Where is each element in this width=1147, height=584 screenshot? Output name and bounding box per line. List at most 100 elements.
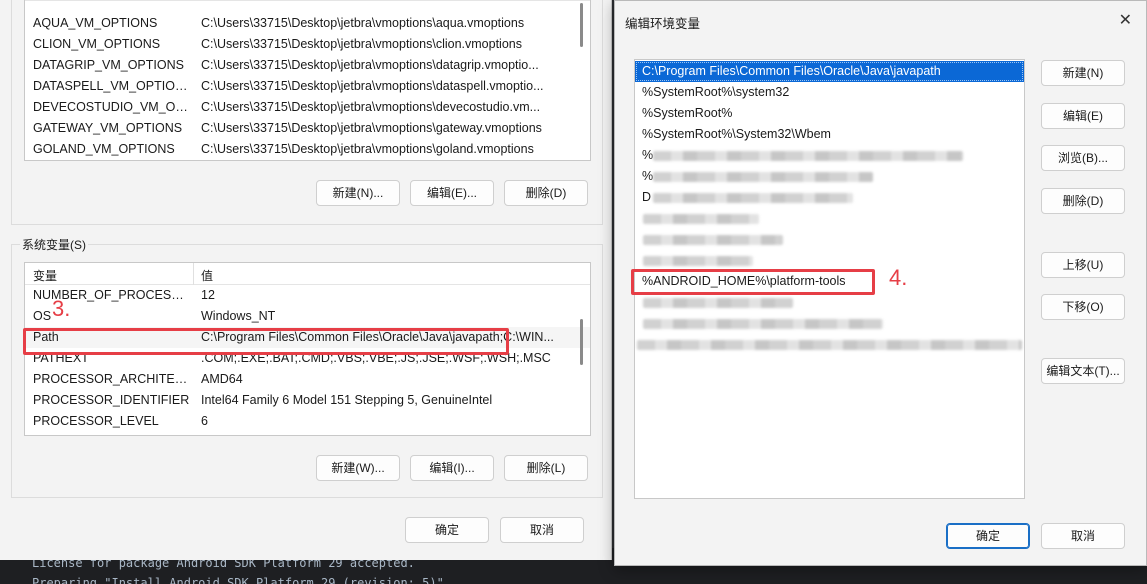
list-header: 变量 值 [25,0,590,1]
system-list-scrollbar[interactable] [580,319,583,365]
user-edit-button[interactable]: 编辑(E)... [410,180,494,206]
table-row[interactable]: OS Windows_NT [25,306,590,327]
blurred-text [643,256,753,266]
system-delete-button[interactable]: 删除(L) [504,455,588,481]
var-name: DATASPELL_VM_OPTIONS [33,79,191,93]
environment-variables-dialog: 变量 值 AQUA_VM_OPTIONS C:\Users\33715\Deskt… [0,0,612,560]
blurred-text [643,298,793,308]
path-entry[interactable]: %SystemRoot% [635,103,1024,124]
blurred-text [643,319,883,329]
step-4-label: 4. [889,265,908,290]
table-row[interactable]: PROCESSOR_IDENTIFIER Intel64 Family 6 Mod… [25,390,590,411]
var-value: C:\Users\33715\Desktop\jetbra\vmoptions\… [201,37,522,51]
var-value: C:\Users\33715\Desktop\jetbra\vmoptions\… [201,58,539,72]
edit-text-button[interactable]: 编辑文本(T)... [1041,358,1125,384]
blurred-text [653,193,853,203]
var-value: C:\Users\33715\Desktop\jetbra\vmoptions\… [201,16,525,30]
column-header-value[interactable]: 值 [201,267,213,284]
path-entry-text: D [642,190,652,204]
var-name: AQUA_VM_OPTIONS [33,16,158,30]
ok-button[interactable]: 确定 [946,523,1030,549]
var-value: 12 [201,288,215,302]
var-name: CLION_VM_OPTIONS [33,37,161,51]
var-value: C:\Users\33715\Desktop\jetbra\vmoptions\… [201,121,542,135]
table-row[interactable]: PROCESSOR_LEVEL 6 [25,411,590,432]
table-row[interactable]: CLION_VM_OPTIONS C:\Users\33715\Desktop\j… [25,34,590,55]
var-name: PROCESSOR_IDENTIFIER [33,393,190,407]
var-value: C:\Users\33715\Desktop\jetbra\vmoptions\… [201,79,544,93]
var-name: DATAGRIP_VM_OPTIONS [33,58,184,72]
path-highlight-annotation [23,328,509,355]
user-delete-button[interactable]: 删除(D) [504,180,588,206]
var-value: 6 [201,414,208,428]
path-entry-blurred[interactable] [635,292,1024,313]
list-header: 变量 值 [25,263,590,285]
cancel-button[interactable]: 取消 [1041,523,1125,549]
system-edit-button[interactable]: 编辑(I)... [410,455,494,481]
var-value: C:\Users\33715\Desktop\jetbra\vmoptions\… [201,142,534,156]
path-entry[interactable]: C:\Program Files\Common Files\Oracle\Jav… [635,61,1024,82]
edit-environment-variable-dialog: 编辑环境变量 ✕ C:\Program Files\Common Files\O… [614,0,1147,566]
column-header-name[interactable]: 变量 [33,267,57,284]
path-entry-text: C:\Program Files\Common Files\Oracle\Jav… [642,64,941,78]
blurred-text [653,151,963,161]
var-value: AMD64 [201,372,243,386]
table-row[interactable]: PROCESSOR_ARCHITECT... AMD64 [25,369,590,390]
path-entry-blurred[interactable]: % [635,145,1024,166]
move-up-button[interactable]: 上移(U) [1041,252,1125,278]
close-icon[interactable]: ✕ [1119,10,1132,30]
user-variables-list[interactable]: 变量 值 AQUA_VM_OPTIONS C:\Users\33715\Deskt… [24,0,591,161]
var-name: DEVECOSTUDIO_VM_OPT... [33,100,191,114]
path-entry-text: %SystemRoot%\System32\Wbem [642,127,831,141]
column-header-value[interactable]: 值 [201,0,213,2]
var-value: Intel64 Family 6 Model 151 Stepping 5, G… [201,393,493,407]
path-entry[interactable]: %SystemRoot%\system32 [635,82,1024,103]
var-name: GATEWAY_VM_OPTIONS [33,121,183,135]
path-entry-text: %SystemRoot% [642,106,733,120]
system-variables-title: 系统变量(S) [20,236,88,253]
cancel-button[interactable]: 取消 [500,517,584,543]
var-name: GOLAND_VM_OPTIONS [33,142,175,156]
column-header-name[interactable]: 变量 [33,0,57,2]
path-entry[interactable]: %SystemRoot%\System32\Wbem [635,124,1024,145]
blurred-text [637,340,1022,350]
path-entry-text: % [642,148,654,162]
var-name: PROCESSOR_ARCHITECT... [33,372,191,386]
system-new-button[interactable]: 新建(W)... [316,455,400,481]
user-new-button[interactable]: 新建(N)... [316,180,400,206]
user-list-scrollbar[interactable] [580,3,583,47]
delete-path-button[interactable]: 删除(D) [1041,188,1125,214]
table-row[interactable]: GOLAND_VM_OPTIONS C:\Users\33715\Desktop\… [25,139,590,160]
path-entry-blurred[interactable] [635,208,1024,229]
terminal-line: Preparing "Install Android SDK Platform … [32,576,452,584]
android-path-highlight-annotation [631,269,875,295]
table-row[interactable]: DATAGRIP_VM_OPTIONS C:\Users\33715\Deskto… [25,55,590,76]
edit-path-button[interactable]: 编辑(E) [1041,103,1125,129]
table-row[interactable]: AQUA_VM_OPTIONS C:\Users\33715\Desktop\je… [25,13,590,34]
path-entry-blurred[interactable] [635,334,1024,355]
var-name: PROCESSOR_LEVEL [33,414,159,428]
browse-button[interactable]: 浏览(B)... [1041,145,1125,171]
var-value: C:\Users\33715\Desktop\jetbra\vmoptions\… [201,100,541,114]
column-divider[interactable] [193,263,194,285]
path-entry-text: %SystemRoot%\system32 [642,85,790,99]
table-row[interactable]: DEVECOSTUDIO_VM_OPT... C:\Users\33715\Des… [25,97,590,118]
step-3-label: 3. [52,296,71,321]
table-row[interactable]: DATASPELL_VM_OPTIONS C:\Users\33715\Deskt… [25,76,590,97]
path-entry-blurred[interactable]: % [635,166,1024,187]
blurred-text [643,214,759,224]
new-path-button[interactable]: 新建(N) [1041,60,1125,86]
dialog-title: 编辑环境变量 [625,17,701,31]
path-entry-blurred[interactable] [635,229,1024,250]
table-row[interactable]: NUMBER_OF_PROCESSORS 12 [25,285,590,306]
path-entry-text: % [642,169,654,183]
var-value: Windows_NT [201,309,276,323]
path-entry-blurred[interactable] [635,250,1024,271]
table-row[interactable]: GATEWAY_VM_OPTIONS C:\Users\33715\Desktop… [25,118,590,139]
path-entry-blurred[interactable] [635,313,1024,334]
path-entry-blurred[interactable]: D [635,187,1024,208]
ok-button[interactable]: 确定 [405,517,489,543]
blurred-text [653,172,873,182]
move-down-button[interactable]: 下移(O) [1041,294,1125,320]
blurred-text [643,235,783,245]
